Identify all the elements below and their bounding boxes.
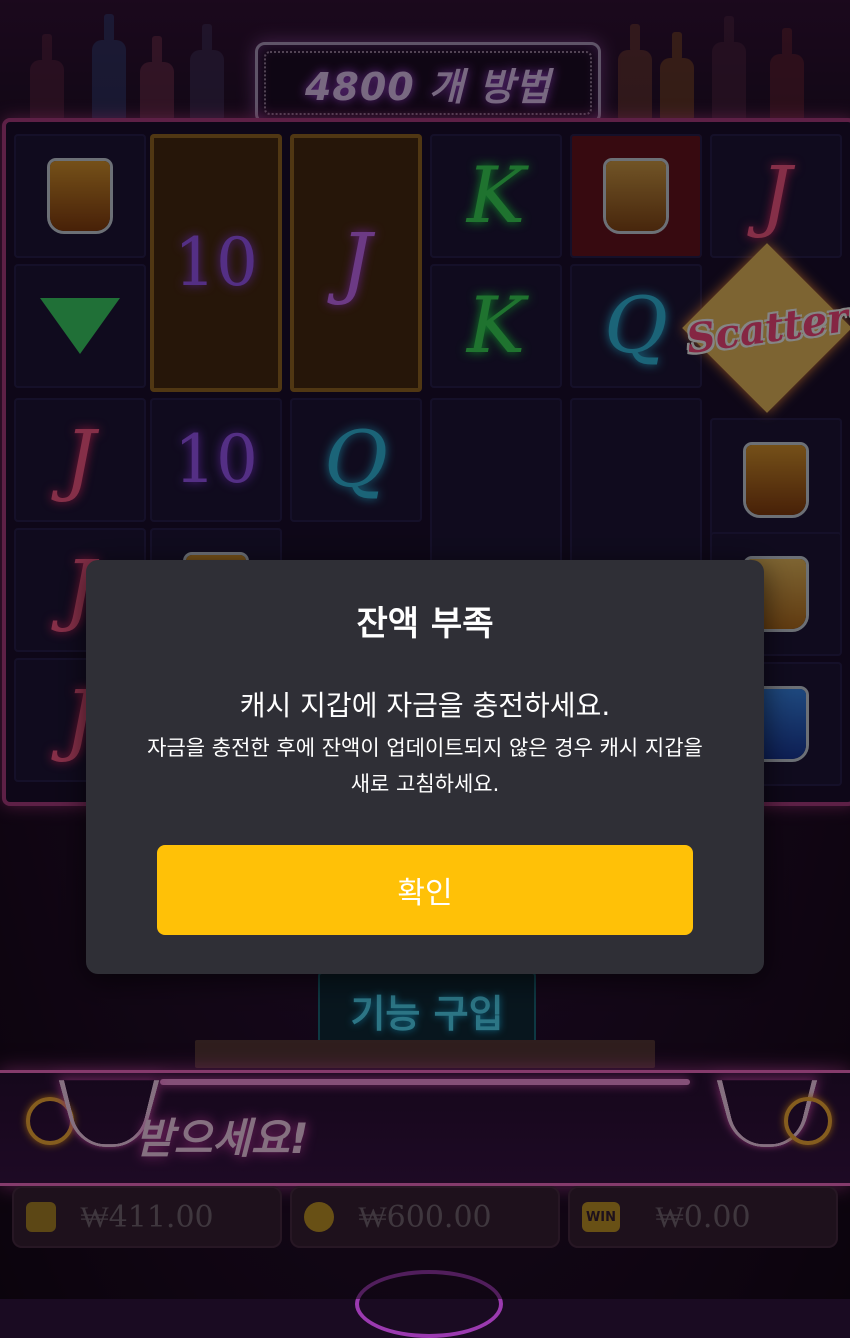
dialog-sub-message: 자금을 충전한 후에 잔액이 업데이트되지 않은 경우 캐시 지갑을 새로 고침… — [146, 730, 704, 802]
dialog-title: 잔액 부족 — [86, 596, 764, 645]
confirm-button[interactable]: 확인 — [157, 845, 693, 935]
dialog-message: 캐시 지갑에 자금을 충전하세요. — [86, 684, 764, 724]
insufficient-balance-dialog: 잔액 부족 캐시 지갑에 자금을 충전하세요. 자금을 충전한 후에 잔액이 업… — [86, 560, 764, 974]
